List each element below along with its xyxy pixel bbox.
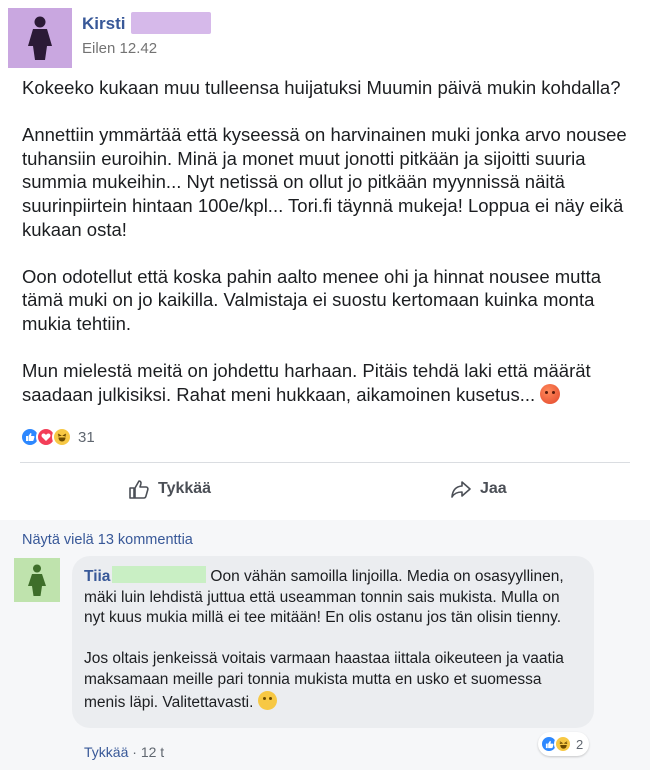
comment-meta: Tykkää · 12 t: [84, 744, 164, 760]
comment-bubble: Tiia Oon vähän samoilla linjoilla. Media …: [72, 556, 594, 728]
share-button-label: Jaa: [480, 480, 507, 497]
post-paragraph-text: Mun mielestä meitä on johdettu harhaan. …: [22, 360, 591, 405]
reaction-count: 31: [78, 428, 95, 446]
post-paragraph: Kokeeko kukaan muu tulleensa huijatuksi …: [22, 77, 621, 98]
comment-text: Jos oltais jenkeissä voitais varmaan haa…: [84, 650, 564, 711]
comment-author-name[interactable]: Tiia: [84, 568, 110, 585]
divider: [20, 462, 630, 463]
comment-paragraph-2: Jos oltais jenkeissä voitais varmaan haa…: [84, 649, 582, 713]
redacted-surname-box: [131, 12, 211, 34]
post-body: Kokeeko kukaan muu tulleensa huijatuksi …: [22, 76, 632, 430]
like-button[interactable]: Tykkää: [128, 478, 211, 500]
share-button[interactable]: Jaa: [450, 478, 507, 500]
post-timestamp[interactable]: Eilen 12.42: [82, 40, 157, 57]
view-more-comments-link[interactable]: Näytä vielä 13 kommenttia: [22, 532, 193, 548]
post-action-bar: Tykkää Jaa: [0, 470, 650, 510]
like-button-label: Tykkää: [158, 480, 212, 497]
author-avatar[interactable]: [8, 8, 72, 68]
haha-reaction-icon: [554, 735, 572, 753]
thumbs-up-icon: [129, 480, 149, 499]
comment-like-link[interactable]: Tykkää: [84, 744, 128, 760]
comments-section: Näytä vielä 13 kommenttia Tiia Oon vähän …: [0, 520, 650, 770]
comment-reactions[interactable]: 2: [538, 732, 590, 756]
comment-age[interactable]: 12 t: [141, 744, 164, 760]
sad-face-icon: [257, 690, 277, 710]
post-card: Kirsti Eilen 12.42 Kokeeko kukaan muu tu…: [0, 0, 650, 515]
post-reactions[interactable]: 31: [20, 426, 95, 448]
post-paragraph: Oon odotellut että koska pahin aalto men…: [22, 265, 602, 334]
person-silhouette-icon: [28, 16, 52, 60]
comment-paragraph-1: Tiia Oon vähän samoilla linjoilla. Media …: [84, 566, 582, 629]
haha-reaction-icon: [52, 427, 72, 447]
redacted-surname-box: [112, 566, 207, 583]
comment-reaction-count: 2: [576, 736, 584, 752]
post-author-name[interactable]: Kirsti: [82, 14, 125, 34]
post-paragraph: Annettiin ymmärtää että kyseessä on harv…: [22, 124, 627, 240]
commenter-avatar[interactable]: [14, 558, 60, 602]
post-paragraph-last: Mun mielestä meitä on johdettu harhaan. …: [22, 359, 632, 406]
angry-face-icon: [540, 383, 561, 404]
meta-separator: ·: [128, 744, 141, 760]
person-silhouette-icon: [28, 564, 46, 596]
share-arrow-icon: [451, 481, 471, 498]
